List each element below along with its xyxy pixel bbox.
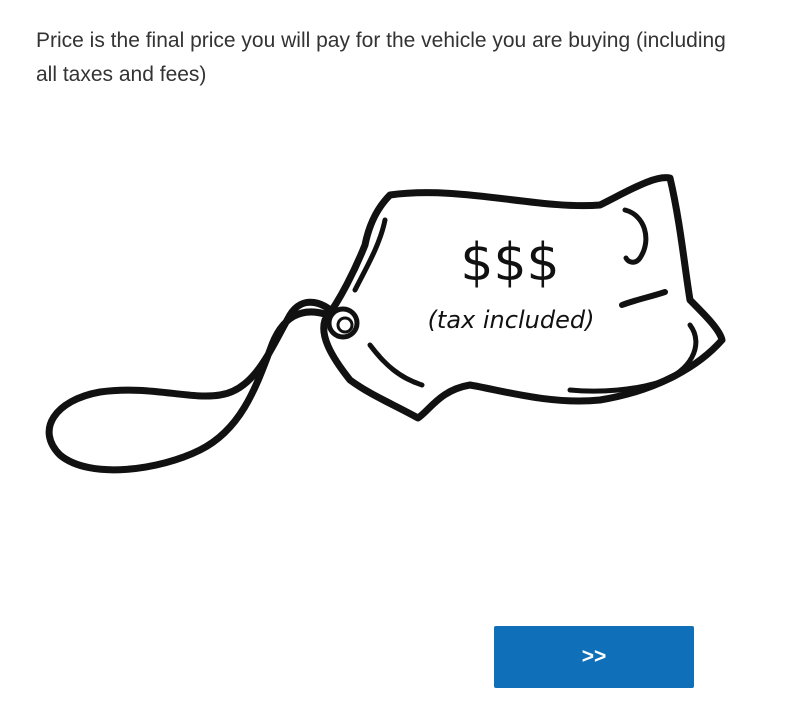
tag-symbol: $$$	[460, 233, 559, 293]
tag-string	[45, 298, 344, 474]
next-button[interactable]: >>	[494, 626, 694, 688]
price-tag-drawing: $$$ (tax included)	[45, 174, 726, 474]
question-text: Price is the final price you will pay fo…	[36, 29, 726, 86]
tag-caption: (tax included)	[428, 306, 595, 334]
price-tag-illustration: $$$ (tax included)	[40, 150, 740, 500]
